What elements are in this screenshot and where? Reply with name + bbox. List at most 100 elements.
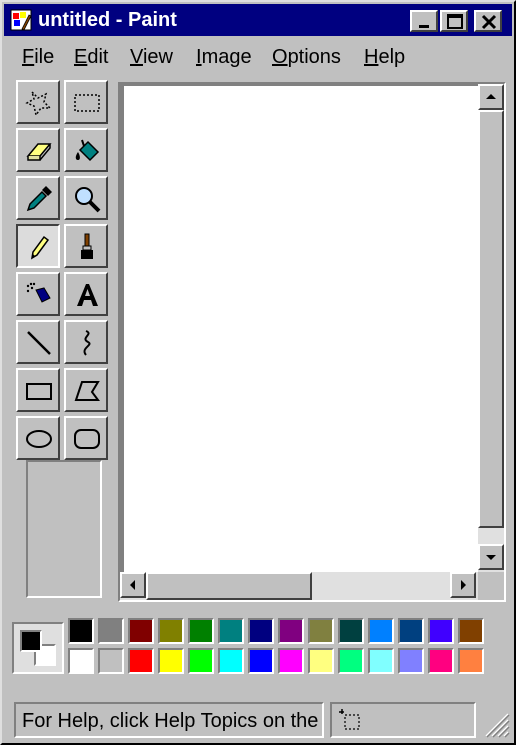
menu-help-mnemonic: H [364, 46, 379, 68]
rectangle-select-icon [74, 94, 100, 112]
maximize-icon [447, 14, 463, 29]
palette-color-swatch[interactable] [248, 618, 274, 644]
horizontal-scrollbar[interactable] [120, 572, 478, 600]
minimize-icon [419, 25, 429, 28]
vertical-scrollbar[interactable] [478, 84, 504, 572]
palette-color-swatch[interactable] [278, 618, 304, 644]
menu-view-mnemonic: V [130, 46, 143, 68]
palette-color-swatch[interactable] [218, 618, 244, 644]
scroll-right-button[interactable] [450, 572, 476, 598]
palette-color-swatch[interactable] [98, 618, 124, 644]
palette-color-swatch[interactable] [338, 618, 364, 644]
palette-color-swatch[interactable] [98, 648, 124, 674]
close-button[interactable] [474, 10, 502, 32]
menu-bar: File Edit View Image Options Help [4, 40, 512, 76]
paint-window: untitled - Paint File Edit View Image Op… [0, 0, 516, 745]
airbrush-icon [26, 282, 51, 303]
palette-color-swatch[interactable] [128, 618, 154, 644]
window-title: untitled - Paint [38, 9, 177, 31]
tool-curve[interactable] [64, 320, 108, 364]
menu-options[interactable]: Options [272, 46, 341, 69]
maximize-button[interactable] [440, 10, 468, 32]
canvas-area [118, 82, 506, 602]
menu-options-label: ptions [287, 46, 341, 68]
arrow-up-icon [486, 94, 496, 99]
palette-color-swatch[interactable] [308, 618, 334, 644]
tool-fill-with-color[interactable] [64, 128, 108, 172]
status-message-panel: For Help, click Help Topics on the Help … [14, 702, 324, 738]
menu-edit[interactable]: Edit [74, 46, 108, 69]
brush-icon [81, 233, 93, 259]
scroll-up-button[interactable] [478, 84, 504, 110]
selection-size-icon [339, 709, 360, 730]
menu-image[interactable]: Image [196, 46, 252, 69]
palette-color-swatch[interactable] [368, 618, 394, 644]
palette-color-swatch[interactable] [128, 648, 154, 674]
palette-color-swatch[interactable] [248, 648, 274, 674]
eyedropper-icon [26, 186, 52, 212]
menu-help[interactable]: Help [364, 46, 405, 69]
menu-edit-mnemonic: E [74, 46, 88, 68]
drawing-canvas[interactable] [124, 86, 478, 572]
magnifier-icon [75, 187, 101, 213]
fill-bucket-icon [75, 139, 100, 162]
curve-icon [83, 330, 91, 356]
palette-color-swatch[interactable] [158, 648, 184, 674]
tool-pick-color[interactable] [16, 176, 60, 220]
palette-color-swatch[interactable] [458, 648, 484, 674]
tool-eraser[interactable] [16, 128, 60, 172]
arrow-left-icon [130, 580, 135, 590]
palette-color-swatch[interactable] [278, 648, 304, 674]
tool-pencil[interactable] [16, 224, 60, 268]
palette-color-swatch[interactable] [398, 648, 424, 674]
tool-rectangle[interactable] [16, 368, 60, 412]
scroll-left-button[interactable] [120, 572, 146, 598]
polygon-icon [74, 381, 100, 401]
menu-file-mnemonic: F [22, 46, 35, 68]
tool-rounded-rectangle[interactable] [64, 416, 108, 460]
palette-color-swatch[interactable] [428, 648, 454, 674]
tool-rectangle-select[interactable] [64, 80, 108, 124]
tool-airbrush[interactable] [16, 272, 60, 316]
horizontal-scroll-thumb[interactable] [146, 572, 312, 600]
palette-color-swatch[interactable] [218, 648, 244, 674]
palette-color-swatch[interactable] [188, 648, 214, 674]
free-form-select-icon [25, 89, 52, 117]
rounded-rectangle-icon [74, 429, 100, 449]
menu-file[interactable]: File [22, 46, 54, 69]
tool-free-form-select[interactable] [16, 80, 60, 124]
arrow-right-icon [461, 580, 466, 590]
paint-app-icon [10, 9, 32, 31]
tool-brush[interactable] [64, 224, 108, 268]
resize-grip-icon[interactable] [482, 710, 510, 738]
text-icon [77, 284, 98, 306]
scrollbar-corner [478, 572, 504, 600]
scroll-down-button[interactable] [478, 544, 504, 570]
palette-color-swatch[interactable] [308, 648, 334, 674]
tool-line[interactable] [16, 320, 60, 364]
minimize-button[interactable] [410, 10, 438, 32]
menu-options-mnemonic: O [272, 46, 288, 68]
menu-help-label: elp [378, 46, 406, 68]
palette-color-swatch[interactable] [188, 618, 214, 644]
palette-color-swatch[interactable] [428, 618, 454, 644]
tool-text[interactable] [64, 272, 108, 316]
status-bar: For Help, click Help Topics on the Help … [4, 696, 512, 742]
palette-color-swatch[interactable] [398, 618, 424, 644]
title-bar[interactable]: untitled - Paint [4, 4, 512, 36]
menu-view[interactable]: View [130, 46, 173, 69]
arrow-down-icon [486, 555, 496, 560]
vertical-scroll-thumb[interactable] [478, 110, 504, 528]
current-colors[interactable] [12, 622, 64, 674]
palette-color-swatch[interactable] [158, 618, 184, 644]
palette-color-swatch[interactable] [338, 648, 364, 674]
palette-color-swatch[interactable] [458, 618, 484, 644]
tool-ellipse[interactable] [16, 416, 60, 460]
tool-polygon[interactable] [64, 368, 108, 412]
status-position-panel [330, 702, 476, 738]
palette-color-swatch[interactable] [68, 648, 94, 674]
palette-color-swatch[interactable] [368, 648, 394, 674]
tool-magnifier[interactable] [64, 176, 108, 220]
palette-color-swatch[interactable] [68, 618, 94, 644]
tool-options-box[interactable] [26, 460, 102, 598]
